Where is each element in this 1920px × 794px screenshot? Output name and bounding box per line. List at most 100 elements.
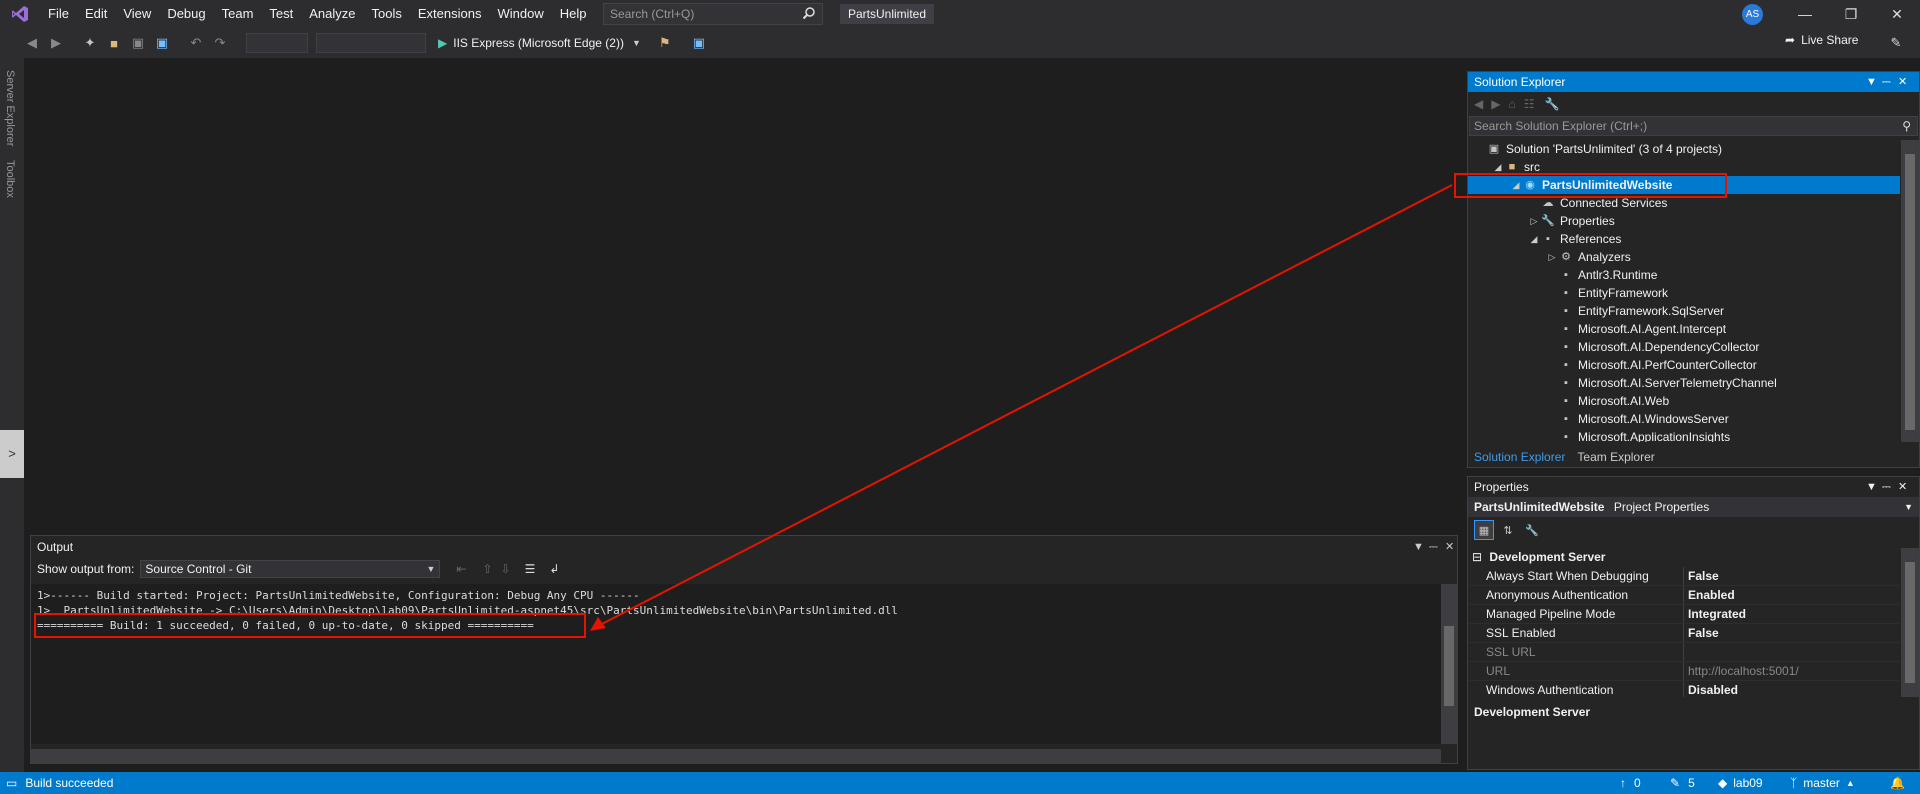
- alphabetical-icon[interactable]: ⇅: [1498, 520, 1518, 540]
- expanded-chevron-icon[interactable]: ◢: [1510, 176, 1522, 194]
- tree-item[interactable]: ▷ 🔧 Properties: [1468, 212, 1900, 230]
- categorized-icon[interactable]: ▦: [1474, 520, 1494, 540]
- property-row[interactable]: SSL Enabled False: [1468, 624, 1900, 643]
- search-input[interactable]: Search (Ctrl+Q): [603, 3, 823, 25]
- close-window-button[interactable]: ✕: [1874, 0, 1920, 28]
- tree-item[interactable]: ▪ Microsoft.ApplicationInsights: [1468, 428, 1900, 442]
- pin-icon[interactable]: ⎓: [1882, 477, 1891, 497]
- close-icon[interactable]: ✕: [1898, 72, 1907, 92]
- menu-view[interactable]: View: [115, 0, 159, 28]
- tree-item[interactable]: ▪ EntityFramework: [1468, 284, 1900, 302]
- property-value[interactable]: Disabled: [1684, 681, 1738, 697]
- notifications-icon[interactable]: 🔔: [1890, 772, 1905, 794]
- tree-item[interactable]: ▷ ⚙ Analyzers: [1468, 248, 1900, 266]
- menu-tools[interactable]: Tools: [364, 0, 410, 28]
- tree-item[interactable]: ▪ Microsoft.AI.DependencyCollector: [1468, 338, 1900, 356]
- property-row[interactable]: Windows Authentication Disabled: [1468, 681, 1900, 697]
- property-value[interactable]: False: [1684, 624, 1719, 642]
- tree-item[interactable]: ▪ Microsoft.AI.ServerTelemetryChannel: [1468, 374, 1900, 392]
- tree-item[interactable]: ▪ Microsoft.AI.Agent.Intercept: [1468, 320, 1900, 338]
- restore-button[interactable]: ❐: [1828, 0, 1874, 28]
- minimize-button[interactable]: —: [1782, 0, 1828, 28]
- live-share-button[interactable]: ➦ Live Share: [1785, 33, 1858, 47]
- properties-object-select[interactable]: PartsUnlimitedWebsite Project Properties…: [1468, 497, 1919, 517]
- tree-item[interactable]: ◢ ◉ PartsUnlimitedWebsite: [1468, 176, 1900, 194]
- solution-platforms-select[interactable]: [316, 33, 426, 53]
- toolbox-tab[interactable]: Toolbox: [4, 160, 16, 198]
- menu-extensions[interactable]: Extensions: [410, 0, 490, 28]
- new-project-icon[interactable]: ✦: [80, 33, 100, 53]
- pin-icon[interactable]: ⎓: [1882, 72, 1891, 92]
- menu-analyze[interactable]: Analyze: [301, 0, 363, 28]
- menu-debug[interactable]: Debug: [159, 0, 213, 28]
- tree-item[interactable]: ▣ Solution 'PartsUnlimited' (3 of 4 proje…: [1468, 140, 1900, 158]
- unpushed-commits[interactable]: ↑ 0: [1620, 772, 1641, 794]
- menu-team[interactable]: Team: [214, 0, 262, 28]
- window-position-icon[interactable]: ▼: [1866, 477, 1877, 497]
- property-pages-wrench-icon[interactable]: 🔧: [1522, 520, 1542, 540]
- tree-item[interactable]: ▪ Antlr3.Runtime: [1468, 266, 1900, 284]
- account-avatar[interactable]: AS: [1742, 4, 1763, 25]
- expand-handle[interactable]: >: [0, 430, 24, 478]
- menu-help[interactable]: Help: [552, 0, 595, 28]
- save-icon[interactable]: ▣: [128, 33, 148, 53]
- expanded-chevron-icon[interactable]: ◢: [1492, 158, 1504, 176]
- properties-wrench-icon[interactable]: 🔧: [1544, 97, 1559, 111]
- save-all-icon[interactable]: ▣: [152, 33, 172, 53]
- window-position-icon[interactable]: ▼: [1866, 72, 1877, 92]
- tree-item[interactable]: ▪ Microsoft.AI.Web: [1468, 392, 1900, 410]
- previous-message-icon[interactable]: ⇧: [482, 562, 492, 576]
- menu-edit[interactable]: Edit: [77, 0, 115, 28]
- output-vertical-scrollbar[interactable]: [1441, 584, 1457, 744]
- tree-item[interactable]: ▪ Microsoft.AI.WindowsServer: [1468, 410, 1900, 428]
- open-file-icon[interactable]: ■: [104, 33, 124, 53]
- solution-tree-scrollbar[interactable]: [1901, 140, 1919, 442]
- property-grid-scrollbar[interactable]: [1901, 548, 1919, 697]
- server-explorer-tab[interactable]: Server Explorer: [4, 70, 16, 146]
- branch-selector[interactable]: ᛉ master ▲: [1790, 772, 1855, 794]
- next-message-icon[interactable]: ⇩: [501, 562, 511, 576]
- collapsed-chevron-icon[interactable]: ▷: [1546, 248, 1558, 266]
- find-message-icon[interactable]: ⇤: [456, 562, 466, 576]
- menu-file[interactable]: File: [40, 0, 77, 28]
- output-text-area[interactable]: 1>------ Build started: Project: PartsUn…: [31, 584, 1441, 744]
- switch-views-icon[interactable]: ☷: [1524, 97, 1535, 111]
- feedback-icon[interactable]: ✎: [1886, 33, 1906, 53]
- tree-item[interactable]: ▪ Microsoft.AI.PerfCounterCollector: [1468, 356, 1900, 374]
- output-horizontal-scrollbar[interactable]: [31, 749, 1441, 763]
- property-category[interactable]: ⊟ Development Server: [1468, 548, 1900, 567]
- forward-icon[interactable]: ▶: [1491, 97, 1500, 111]
- window-position-icon[interactable]: ▼: [1413, 536, 1424, 558]
- clear-all-icon[interactable]: ☰: [525, 562, 536, 576]
- tab-team-explorer[interactable]: Team Explorer: [1571, 447, 1660, 467]
- menu-window[interactable]: Window: [489, 0, 551, 28]
- property-value[interactable]: Integrated: [1684, 605, 1746, 623]
- home-icon[interactable]: ⌂: [1508, 97, 1515, 111]
- browser-link-icon[interactable]: ⚑: [655, 33, 675, 53]
- toggle-word-wrap-icon[interactable]: ↲: [549, 562, 559, 576]
- property-value[interactable]: [1684, 643, 1688, 661]
- navigate-forward-icon[interactable]: ▶: [46, 33, 66, 53]
- repository-selector[interactable]: ◆ lab09: [1718, 772, 1763, 794]
- property-row[interactable]: Anonymous Authentication Enabled: [1468, 586, 1900, 605]
- undo-icon[interactable]: ↶: [186, 33, 206, 53]
- tree-item[interactable]: ◢ ■ src: [1468, 158, 1900, 176]
- property-row[interactable]: Managed Pipeline Mode Integrated: [1468, 605, 1900, 624]
- visual-studio-logo-icon[interactable]: [0, 0, 40, 28]
- redo-icon[interactable]: ↷: [210, 33, 230, 53]
- property-value[interactable]: False: [1684, 567, 1719, 585]
- start-debugging-button[interactable]: ▶ IIS Express (Microsoft Edge (2)) ▼: [438, 36, 641, 50]
- tab-solution-explorer[interactable]: Solution Explorer: [1468, 447, 1571, 467]
- property-row[interactable]: URL http://localhost:5001/: [1468, 662, 1900, 681]
- pending-changes[interactable]: ✎ 5: [1670, 772, 1695, 794]
- tree-item[interactable]: ◢ ▪ References: [1468, 230, 1900, 248]
- close-icon[interactable]: ✕: [1445, 536, 1454, 558]
- property-value[interactable]: Enabled: [1684, 586, 1735, 604]
- menu-test[interactable]: Test: [261, 0, 301, 28]
- navigate-back-icon[interactable]: ◀: [22, 33, 42, 53]
- expanded-chevron-icon[interactable]: ◢: [1528, 230, 1540, 248]
- tree-item[interactable]: ☁ Connected Services: [1468, 194, 1900, 212]
- property-value[interactable]: http://localhost:5001/: [1684, 662, 1799, 680]
- pin-icon[interactable]: ⎓: [1429, 536, 1438, 558]
- close-icon[interactable]: ✕: [1898, 477, 1907, 497]
